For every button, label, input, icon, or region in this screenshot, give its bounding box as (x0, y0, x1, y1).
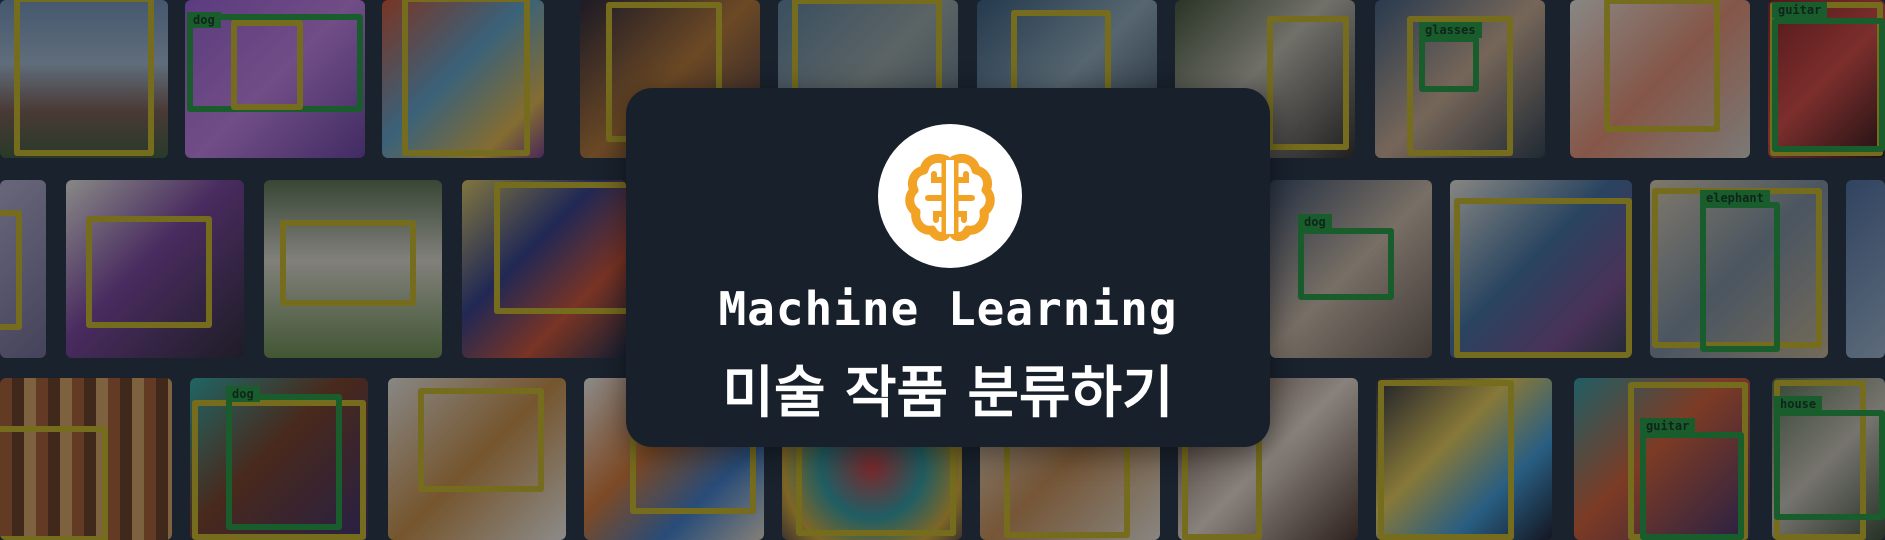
title-english: Machine Learning (718, 282, 1178, 336)
brain-icon (905, 153, 995, 242)
logo-badge (878, 124, 1022, 268)
title-card: Machine Learning 미술 작품 분류하기 (626, 88, 1270, 447)
title-korean: 미술 작품 분류하기 (722, 361, 1174, 426)
